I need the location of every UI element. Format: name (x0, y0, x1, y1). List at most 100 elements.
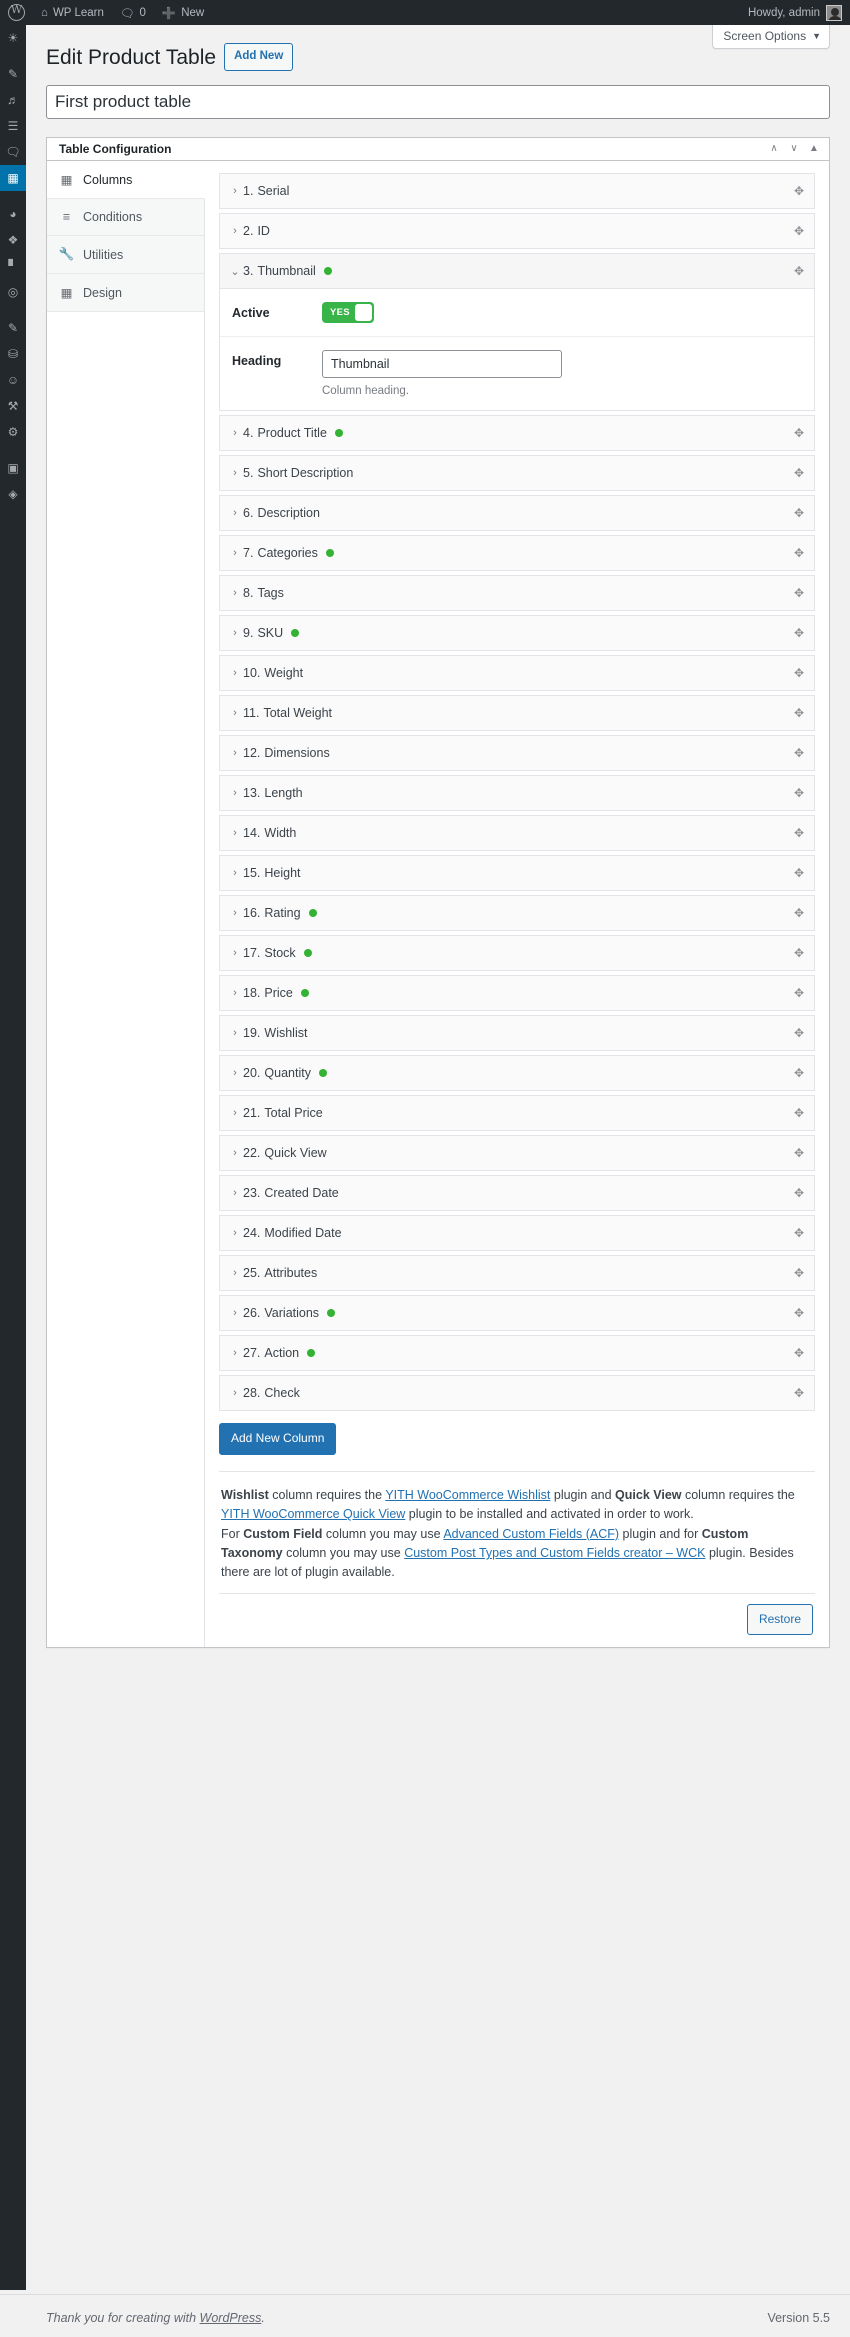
add-new-column-button[interactable]: Add New Column (219, 1423, 337, 1455)
drag-handle-icon[interactable]: ✥ (794, 467, 804, 479)
new-content-menu[interactable]: ➕ New (154, 0, 212, 25)
drag-handle-icon[interactable]: ✥ (794, 1267, 804, 1279)
sidebar-item-posts[interactable]: ✎ (0, 61, 26, 87)
heading-input[interactable] (322, 350, 562, 379)
drag-handle-icon[interactable]: ✥ (794, 1027, 804, 1039)
wck-link[interactable]: Custom Post Types and Custom Fields crea… (404, 1546, 705, 1560)
column-accordion-header[interactable]: › 9. SKU ✥ (220, 616, 814, 651)
column-accordion-header[interactable]: › 26. Variations ✥ (220, 1296, 814, 1331)
sidebar-item-dashboard[interactable]: ☀ (0, 25, 26, 51)
drag-handle-icon[interactable]: ✥ (794, 947, 804, 959)
column-accordion-header[interactable]: › 24. Modified Date ✥ (220, 1216, 814, 1251)
sidebar-item-marketing[interactable]: ◎ (0, 279, 26, 305)
active-toggle[interactable]: YES (322, 302, 374, 324)
column-accordion-header[interactable]: › 17. Stock ✥ (220, 936, 814, 971)
acf-link[interactable]: Advanced Custom Fields (ACF) (443, 1527, 619, 1541)
site-name-menu[interactable]: ⌂ WP Learn (33, 0, 112, 25)
column-accordion-header[interactable]: › 8. Tags ✥ (220, 576, 814, 611)
collapse-menu-button[interactable]: ◈ (0, 481, 26, 507)
drag-handle-icon[interactable]: ✥ (794, 587, 804, 599)
howdy-label[interactable]: Howdy, admin (748, 0, 820, 25)
column-accordion-header[interactable]: › 11. Total Weight ✥ (220, 696, 814, 731)
sidebar-item-comments[interactable]: 🗨 (0, 139, 26, 165)
drag-handle-icon[interactable]: ✥ (794, 1107, 804, 1119)
sidebar-item-appearance[interactable]: ✎ (0, 315, 26, 341)
drag-handle-icon[interactable]: ✥ (794, 1307, 804, 1319)
drag-handle-icon[interactable]: ✥ (794, 1187, 804, 1199)
drag-handle-icon[interactable]: ✥ (794, 265, 804, 277)
tab-conditions[interactable]: ≡ Conditions (47, 199, 204, 237)
sidebar-item-pages[interactable]: ☰ (0, 113, 26, 139)
yith-quickview-link[interactable]: YITH WooCommerce Quick View (221, 1507, 405, 1521)
sidebar-item-media[interactable]: ♬ (0, 87, 26, 113)
drag-handle-icon[interactable]: ✥ (794, 507, 804, 519)
drag-handle-icon[interactable]: ✥ (794, 827, 804, 839)
column-accordion-header[interactable]: › 7. Categories ✥ (220, 536, 814, 571)
column-accordion-header[interactable]: › 10. Weight ✥ (220, 656, 814, 691)
drag-handle-icon[interactable]: ✥ (794, 225, 804, 237)
sidebar-item-plugins[interactable]: ⛁ (0, 341, 26, 367)
drag-handle-icon[interactable]: ✥ (794, 867, 804, 879)
column-accordion-header[interactable]: › 12. Dimensions ✥ (220, 736, 814, 771)
column-accordion-header[interactable]: › 1. Serial ✥ (220, 174, 814, 209)
drag-handle-icon[interactable]: ✥ (794, 747, 804, 759)
column-accordion-header[interactable]: › 19. Wishlist ✥ (220, 1016, 814, 1051)
sidebar-item-products[interactable]: ❖ (0, 227, 26, 253)
screen-options-button[interactable]: Screen Options ▼ (712, 25, 830, 49)
drag-handle-icon[interactable]: ✥ (794, 547, 804, 559)
sidebar-item-analytics[interactable]: ▘ (0, 253, 26, 279)
column-accordion-header[interactable]: › 22. Quick View ✥ (220, 1136, 814, 1171)
sidebar-item-woocommerce[interactable]: ◕ (0, 201, 26, 227)
restore-button[interactable]: Restore (746, 1603, 813, 1636)
column-accordion-header[interactable]: › 15. Height ✥ (220, 856, 814, 891)
column-accordion-header[interactable]: › 2. ID ✥ (220, 214, 814, 249)
chevron-right-icon: › (233, 1347, 237, 1360)
column-accordion-header[interactable]: ⌄ 3. Thumbnail ✥ (220, 254, 814, 290)
table-title-input[interactable] (46, 85, 830, 120)
column-accordion-header[interactable]: › 4. Product Title ✥ (220, 416, 814, 451)
comments-menu[interactable]: 🗨 0 (112, 0, 154, 25)
tab-design[interactable]: ▦ Design (47, 274, 204, 313)
drag-handle-icon[interactable]: ✥ (794, 907, 804, 919)
drag-handle-icon[interactable]: ✥ (794, 185, 804, 197)
drag-handle-icon[interactable]: ✥ (794, 787, 804, 799)
tab-columns[interactable]: ▦ Columns (47, 161, 205, 200)
drag-handle-icon[interactable]: ✥ (794, 1227, 804, 1239)
drag-handle-icon[interactable]: ✥ (794, 1147, 804, 1159)
drag-handle-icon[interactable]: ✥ (794, 987, 804, 999)
sidebar-item-tools[interactable]: ⚒ (0, 393, 26, 419)
yith-wishlist-link[interactable]: YITH WooCommerce Wishlist (385, 1488, 550, 1502)
sidebar-item-settings[interactable]: ⚙ (0, 419, 26, 445)
drag-handle-icon[interactable]: ✥ (794, 427, 804, 439)
wordpress-link[interactable]: WordPress (200, 2311, 262, 2325)
column-accordion-header[interactable]: › 16. Rating ✥ (220, 896, 814, 931)
column-accordion-header[interactable]: › 6. Description ✥ (220, 496, 814, 531)
toggle-panel-icon[interactable]: ▲ (805, 140, 823, 158)
drag-handle-icon[interactable]: ✥ (794, 1387, 804, 1399)
drag-handle-icon[interactable]: ✥ (794, 707, 804, 719)
drag-handle-icon[interactable]: ✥ (794, 1067, 804, 1079)
wp-logo-menu[interactable] (0, 0, 33, 25)
move-down-icon[interactable]: ∨ (785, 140, 803, 158)
column-accordion-header[interactable]: › 21. Total Price ✥ (220, 1096, 814, 1131)
move-up-icon[interactable]: ∧ (765, 140, 783, 158)
column-accordion-header[interactable]: › 13. Length ✥ (220, 776, 814, 811)
drag-handle-icon[interactable]: ✥ (794, 667, 804, 679)
column-accordion-header[interactable]: › 20. Quantity ✥ (220, 1056, 814, 1091)
add-new-button[interactable]: Add New (224, 43, 294, 71)
column-accordion-header[interactable]: › 28. Check ✥ (220, 1376, 814, 1411)
sidebar-item-product-tables[interactable]: ▦ (0, 165, 32, 191)
column-accordion-header[interactable]: › 18. Price ✥ (220, 976, 814, 1011)
column-accordion-header[interactable]: › 23. Created Date ✥ (220, 1176, 814, 1211)
column-accordion-header[interactable]: › 14. Width ✥ (220, 816, 814, 851)
column-accordion-header[interactable]: › 5. Short Description ✥ (220, 456, 814, 491)
sidebar-item-elementor[interactable]: ▣ (0, 455, 26, 481)
tab-utilities[interactable]: 🔧 Utilities (47, 236, 204, 275)
sidebar-item-users[interactable]: ☺ (0, 367, 26, 393)
drag-handle-icon[interactable]: ✥ (794, 627, 804, 639)
avatar[interactable] (826, 4, 842, 21)
drag-handle-icon[interactable]: ✥ (794, 1347, 804, 1359)
column-accordion-header[interactable]: › 25. Attributes ✥ (220, 1256, 814, 1291)
column-accordion-header[interactable]: › 27. Action ✥ (220, 1336, 814, 1371)
site-name-label: WP Learn (52, 6, 104, 19)
